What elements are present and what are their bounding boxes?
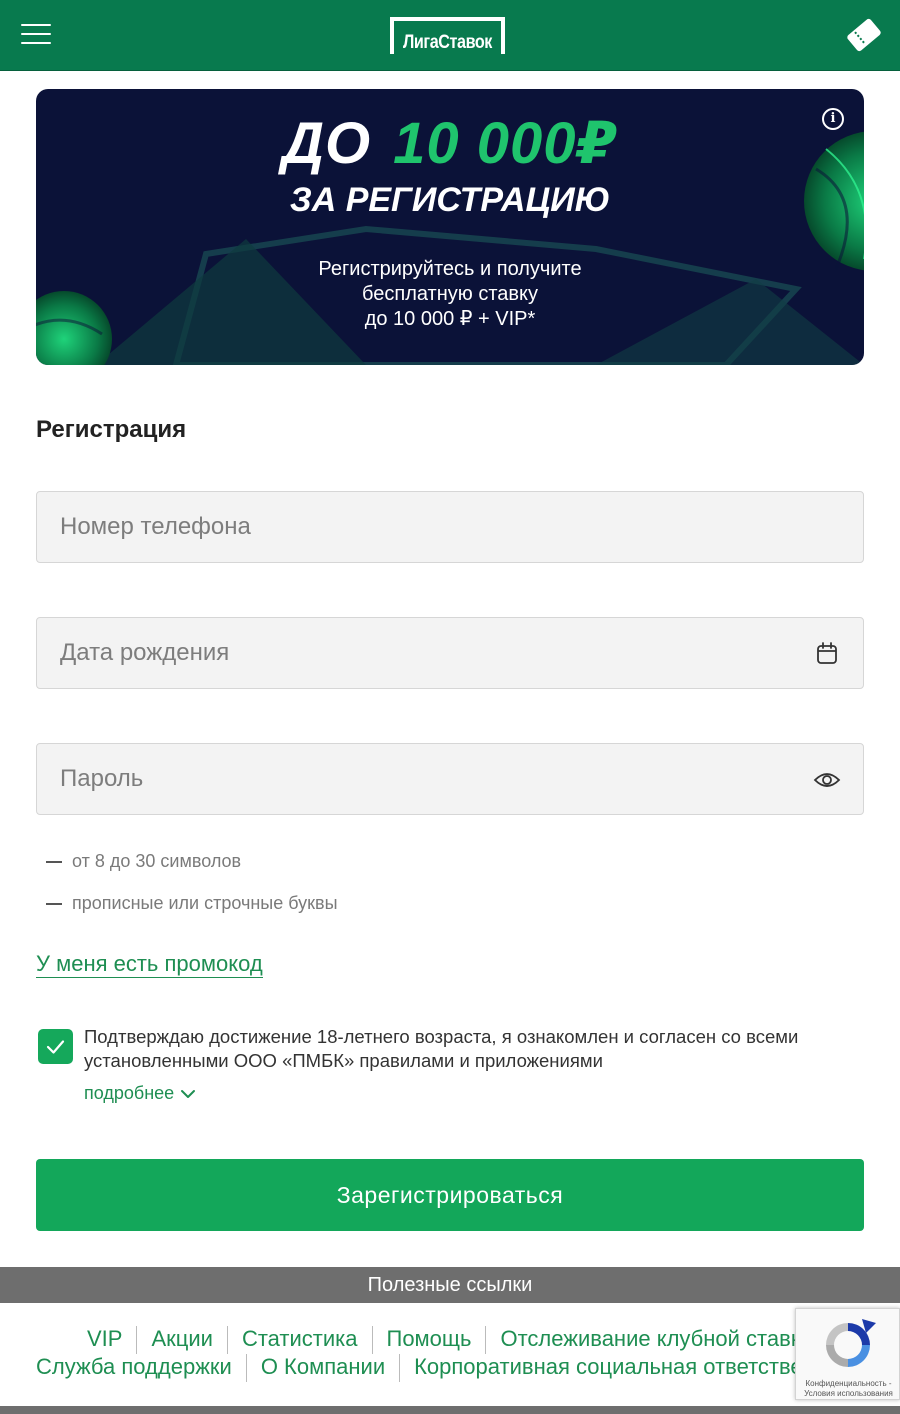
banner-headline-prefix: ДО xyxy=(282,111,372,176)
recaptcha-logo-icon xyxy=(826,1319,876,1367)
footer-link-about[interactable]: О Компании xyxy=(261,1354,385,1379)
chevron-down-icon xyxy=(181,1090,196,1099)
link-divider xyxy=(399,1354,401,1383)
recaptcha-terms[interactable]: Конфиденциальность - Условия использован… xyxy=(798,1379,899,1399)
banner-subheadline: ЗА РЕГИСТРАЦИЮ xyxy=(289,181,611,219)
info-icon[interactable]: i xyxy=(822,108,844,130)
useful-links-title: Полезные ссылки xyxy=(0,1267,900,1303)
eye-icon[interactable] xyxy=(813,766,841,794)
more-details-label: подробнее xyxy=(84,1083,175,1103)
agreement-text: Подтверждаю достижение 18-летнего возрас… xyxy=(84,1026,799,1071)
footer-link-club-bet-tracking[interactable]: Отслеживание клубной ставки xyxy=(500,1326,812,1351)
recaptcha-badge[interactable]: Конфиденциальность - Условия использован… xyxy=(795,1308,900,1400)
promo-banner[interactable]: ДО 10 000₽ ЗА РЕГИСТРАЦИЮ Регистрируйтесь… xyxy=(36,89,864,365)
footer-link-support[interactable]: Служба поддержки xyxy=(36,1354,232,1379)
link-divider xyxy=(485,1326,487,1355)
link-divider xyxy=(371,1326,373,1355)
banner-headline: ДО 10 000₽ xyxy=(36,109,864,177)
birthdate-input[interactable] xyxy=(37,618,863,688)
bottom-bar xyxy=(0,1406,900,1414)
banner-description: Регистрируйтесь и получите бесплатную ст… xyxy=(36,257,864,332)
register-button[interactable]: Зарегистрироваться xyxy=(36,1159,864,1231)
bet-coupon-icon[interactable] xyxy=(843,16,885,54)
birthdate-field xyxy=(36,617,864,689)
password-input[interactable] xyxy=(37,744,863,814)
top-header: ЛигаСтавок xyxy=(0,0,900,71)
link-divider xyxy=(226,1326,228,1355)
password-field xyxy=(36,743,864,815)
check-icon xyxy=(46,1040,65,1054)
registration-title: Регистрация xyxy=(36,416,187,443)
hamburger-menu-icon[interactable] xyxy=(21,24,51,46)
banner-headline-amount: 10 000₽ xyxy=(393,111,618,176)
phone-field xyxy=(36,491,864,563)
banner-description-line3: до 10 000 ₽ + VIP* xyxy=(364,308,536,330)
footer-links-row: Служба поддержки О Компании Корпоративная … xyxy=(0,1354,900,1383)
phone-input[interactable] xyxy=(37,492,863,562)
promo-code-link[interactable]: У меня есть промокод xyxy=(36,951,263,978)
more-details-link[interactable]: подробнее xyxy=(84,1083,196,1104)
password-hint: прописные или строчные буквы xyxy=(46,893,338,914)
password-hint-text: от 8 до 30 символов xyxy=(72,851,242,871)
password-hint-text: прописные или строчные буквы xyxy=(72,893,338,913)
footer-link-help[interactable]: Помощь xyxy=(387,1326,472,1351)
logo-text: ЛигаСтавок xyxy=(403,32,492,53)
banner-description-line1: Регистрируйтесь и получите xyxy=(318,258,582,280)
site-logo[interactable]: ЛигаСтавок xyxy=(390,17,505,54)
banner-description-line2: бесплатную ставку xyxy=(362,283,538,305)
agree-checkbox[interactable] xyxy=(38,1029,73,1064)
footer-link-vip[interactable]: VIP xyxy=(87,1326,122,1351)
link-divider xyxy=(136,1326,138,1355)
footer-link-promotions[interactable]: Акции xyxy=(151,1326,212,1351)
password-hint: от 8 до 30 символов xyxy=(46,851,241,872)
link-divider xyxy=(245,1354,247,1383)
footer-links-row: VIP Акции Статистика Помощь Отслеживание клу… xyxy=(0,1326,900,1355)
calendar-icon[interactable] xyxy=(813,640,841,668)
footer-link-statistics[interactable]: Статистика xyxy=(242,1326,358,1351)
